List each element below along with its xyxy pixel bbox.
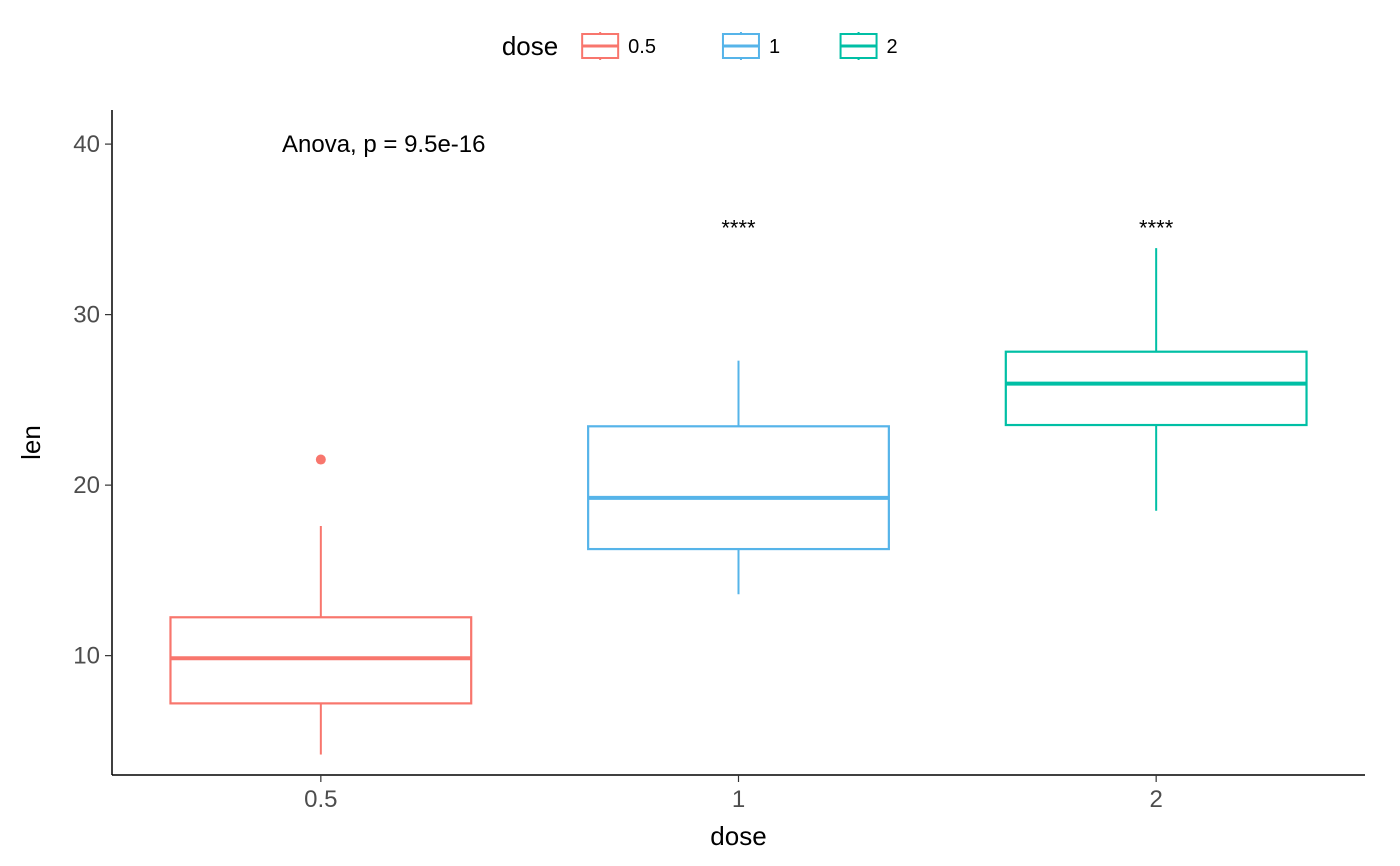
box <box>588 426 889 549</box>
significance-label: **** <box>1139 215 1174 240</box>
legend-item-label: 2 <box>887 36 898 58</box>
boxplot-series: **** <box>588 215 889 594</box>
significance-label: **** <box>721 215 756 240</box>
y-tick-label: 30 <box>73 302 100 329</box>
x-axis-title: dose <box>710 821 766 851</box>
y-tick-label: 10 <box>73 643 100 670</box>
legend-item-label: 1 <box>769 36 780 58</box>
box <box>170 617 471 703</box>
boxplot-series: **** <box>1006 215 1307 510</box>
outlier-point <box>316 455 326 465</box>
anova-annotation: Anova, p = 9.5e-16 <box>282 131 485 158</box>
x-tick-label: 0.5 <box>304 786 337 813</box>
x-tick-label: 1 <box>732 786 745 813</box>
legend-title: dose <box>502 31 558 61</box>
boxplot-chart: dose 0.5 1 2 10 20 30 40 0.5 1 2 dose len Anova, p = … <box>0 0 1400 866</box>
legend: dose 0.5 1 2 <box>502 31 898 61</box>
x-tick-label: 2 <box>1149 786 1162 813</box>
y-tick-label: 20 <box>73 472 100 499</box>
y-axis-title: len <box>16 425 46 460</box>
box <box>1006 352 1307 425</box>
y-tick-label: 40 <box>73 131 100 158</box>
legend-item-label: 0.5 <box>628 36 656 58</box>
boxplot-series <box>170 455 471 755</box>
